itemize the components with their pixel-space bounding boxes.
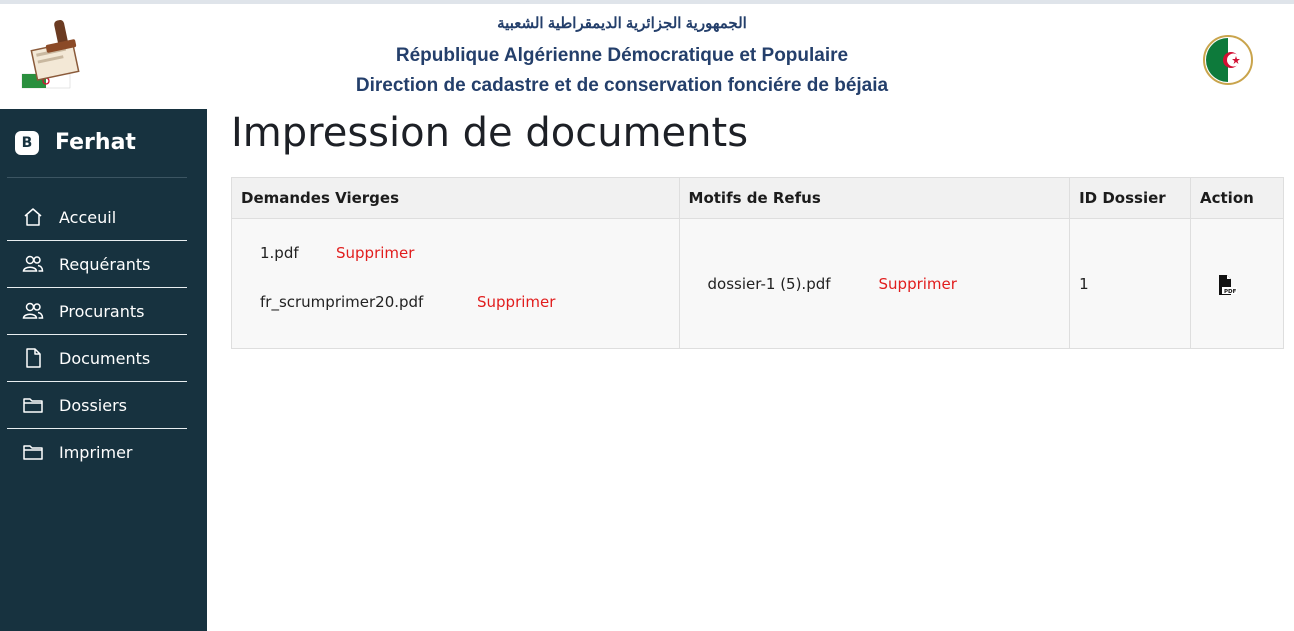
page-title: Impression de documents bbox=[231, 110, 749, 156]
file-item: dossier-1 (5).pdf Supprimer bbox=[680, 261, 1070, 310]
sidebar-item-label: Documents bbox=[59, 349, 151, 368]
pdf-file-icon[interactable]: PDF bbox=[1217, 274, 1238, 296]
file-name[interactable]: fr_scrumprimer20.pdf bbox=[260, 293, 423, 311]
sidebar-item-label: Acceuil bbox=[59, 208, 117, 227]
file-name[interactable]: 1.pdf bbox=[260, 244, 299, 262]
page-header: الجمهورية الجزائرية الديمقراطية الشعبية … bbox=[0, 4, 1294, 109]
delete-link[interactable]: Supprimer bbox=[879, 275, 957, 293]
sidebar-item-label: Procurants bbox=[59, 302, 145, 321]
delete-link[interactable]: Supprimer bbox=[336, 244, 414, 262]
action-cell: PDF bbox=[1190, 218, 1284, 349]
sidebar-item-dossiers[interactable]: Dossiers bbox=[7, 382, 187, 429]
sidebar-divider bbox=[7, 177, 187, 178]
document-icon bbox=[26, 348, 41, 368]
brand[interactable]: B Ferhat bbox=[15, 130, 136, 155]
folder-icon bbox=[23, 398, 43, 413]
folder-icon bbox=[23, 445, 43, 460]
sidebar-item-requerants[interactable]: Requérants bbox=[7, 241, 187, 288]
sidebar-item-label: Requérants bbox=[59, 255, 151, 274]
column-header-demandes: Demandes Vierges bbox=[231, 177, 680, 219]
header-arabic-title: الجمهورية الجزائرية الديمقراطية الشعبية bbox=[497, 15, 747, 32]
column-header-motifs: Motifs de Refus bbox=[678, 177, 1071, 219]
header-republic-title: République Algérienne Démocratique et Po… bbox=[395, 45, 849, 66]
sidebar-nav: Acceuil Requérants Procurants Documents bbox=[7, 194, 187, 476]
header-direction-title: Direction de cadastre et de conservation… bbox=[355, 75, 889, 96]
brand-name: Ferhat bbox=[55, 130, 136, 155]
table-row: 1.pdf Supprimer fr_scrumprimer20.pdf Sup… bbox=[231, 218, 1284, 349]
column-header-id: ID Dossier bbox=[1069, 177, 1192, 219]
sidebar-item-label: Dossiers bbox=[59, 396, 127, 415]
motifs-cell: dossier-1 (5).pdf Supprimer bbox=[678, 218, 1071, 349]
delete-link[interactable]: Supprimer bbox=[477, 293, 555, 311]
sidebar-item-acceuil[interactable]: Acceuil bbox=[7, 194, 187, 241]
id-cell: 1 bbox=[1069, 218, 1192, 349]
brand-badge: B bbox=[15, 130, 39, 155]
sidebar-item-imprimer[interactable]: Imprimer bbox=[7, 429, 187, 476]
sidebar-item-procurants[interactable]: Procurants bbox=[7, 288, 187, 335]
table-header-row: Demandes Vierges Motifs de Refus ID Doss… bbox=[231, 177, 1284, 219]
users-icon bbox=[22, 302, 44, 319]
sidebar-item-documents[interactable]: Documents bbox=[7, 335, 187, 382]
home-icon bbox=[24, 208, 42, 226]
column-header-action: Action bbox=[1190, 177, 1284, 219]
demandes-cell: 1.pdf Supprimer fr_scrumprimer20.pdf Sup… bbox=[231, 218, 680, 349]
sidebar: B Ferhat Acceuil Requérants Procurants D… bbox=[0, 109, 207, 631]
sidebar-item-label: Imprimer bbox=[59, 443, 133, 462]
algeria-emblem-icon bbox=[1203, 35, 1253, 85]
svg-text:PDF: PDF bbox=[1224, 289, 1237, 295]
documents-table: Demandes Vierges Motifs de Refus ID Doss… bbox=[231, 177, 1284, 349]
file-item: 1.pdf Supprimer bbox=[232, 230, 679, 279]
users-icon bbox=[22, 255, 44, 272]
file-name[interactable]: dossier-1 (5).pdf bbox=[708, 275, 831, 293]
file-item: fr_scrumprimer20.pdf Supprimer bbox=[232, 279, 679, 328]
